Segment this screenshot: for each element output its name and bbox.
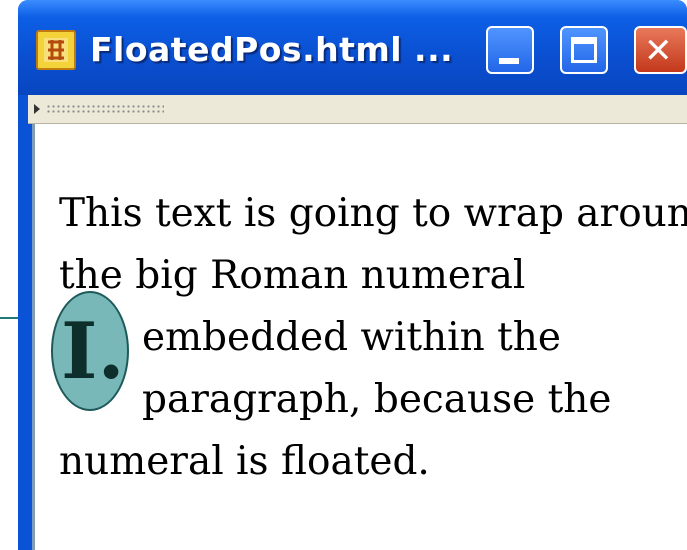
floated-numeral: I. — [51, 291, 129, 411]
window-title: FloatedPos.html ... — [90, 30, 454, 69]
maximize-icon — [571, 37, 597, 63]
maximize-button[interactable] — [560, 26, 608, 74]
expand-arrow-icon — [34, 104, 40, 114]
title-bar[interactable]: FloatedPos.html ... ✕ — [18, 0, 687, 95]
numeral-text: I. — [61, 306, 125, 397]
paragraph-line: embedded within the — [142, 315, 561, 360]
browser-window: FloatedPos.html ... ✕ I. This text is go… — [18, 0, 687, 550]
close-button[interactable]: ✕ — [634, 26, 687, 74]
app-icon[interactable] — [36, 30, 76, 70]
paragraph-line: numeral is floated. — [59, 439, 430, 484]
minimize-icon — [499, 58, 519, 64]
minimize-button[interactable] — [486, 26, 534, 74]
toolbar — [28, 95, 687, 124]
paragraph-line: the big Roman numeral — [59, 253, 526, 298]
grip-dots — [46, 104, 164, 114]
toolbar-grip-icon[interactable] — [34, 102, 164, 116]
close-icon: ✕ — [644, 31, 673, 71]
paragraph-line: This text is going to wrap around — [59, 191, 687, 236]
paragraph-line: paragraph, because the — [142, 377, 612, 422]
page-content: I. This text is going to wrap around the… — [32, 124, 687, 550]
